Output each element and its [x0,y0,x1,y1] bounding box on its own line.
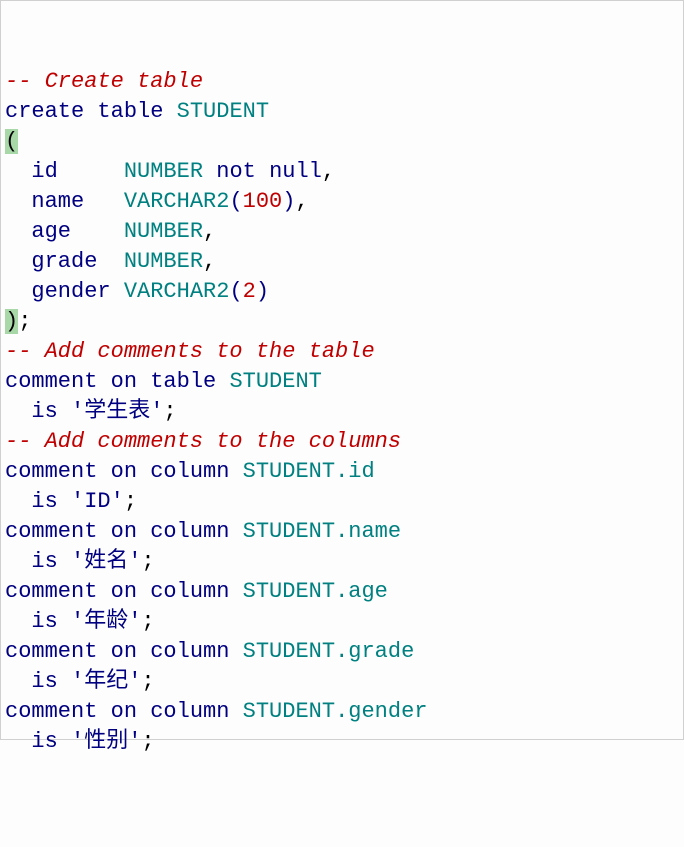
keyword-on: on [111,699,137,724]
string-literal: '年纪' [71,669,141,694]
keyword-null: null [269,159,322,184]
comma: , [203,249,216,274]
column-ref: STUDENT.age [243,579,388,604]
sql-comment: -- Create table [5,69,203,94]
keyword-column: column [150,579,229,604]
keyword-comment: comment [5,459,97,484]
sql-comment: -- Add comments to the columns [5,429,401,454]
close-paren-highlighted: ) [5,309,18,334]
keyword-comment: comment [5,699,97,724]
comma: , [322,159,335,184]
keyword-column: column [150,639,229,664]
keyword-on: on [111,639,137,664]
string-literal: '年龄' [71,609,141,634]
keyword-table: table [150,369,216,394]
column-ref: STUDENT.id [243,459,375,484]
keyword-is: is [31,489,57,514]
keyword-on: on [111,519,137,544]
keyword-comment: comment [5,639,97,664]
semicolon: ; [141,609,154,634]
open-paren: ( [229,189,242,214]
column-id: id [31,159,57,184]
keyword-comment: comment [5,369,97,394]
keyword-not: not [216,159,256,184]
type-number: NUMBER [124,159,203,184]
semicolon: ; [141,669,154,694]
keyword-is: is [31,549,57,574]
table-ref: STUDENT [229,369,321,394]
open-paren: ( [229,279,242,304]
keyword-is: is [31,609,57,634]
column-name: name [31,189,84,214]
column-ref: STUDENT.grade [243,639,415,664]
type-number: NUMBER [124,249,203,274]
semicolon: ; [141,549,154,574]
keyword-is: is [31,399,57,424]
keyword-is: is [31,729,57,754]
type-varchar2: VARCHAR2 [124,279,230,304]
string-literal: '性别' [71,729,141,754]
keyword-comment: comment [5,519,97,544]
table-name: STUDENT [177,99,269,124]
sql-comment: -- Add comments to the table [5,339,375,364]
semicolon: ; [18,309,31,334]
string-literal: '学生表' [71,399,163,424]
code-editor: -- Create table create table STUDENT ( i… [5,67,679,757]
keyword-on: on [111,459,137,484]
semicolon: ; [163,399,176,424]
close-paren: ) [256,279,269,304]
column-gender: gender [31,279,110,304]
type-number: NUMBER [124,219,203,244]
string-literal: '姓名' [71,549,141,574]
size-100: 100 [243,189,283,214]
string-literal: 'ID' [71,489,124,514]
type-varchar2: VARCHAR2 [124,189,230,214]
column-age: age [31,219,71,244]
keyword-on: on [111,369,137,394]
keyword-on: on [111,579,137,604]
open-paren-highlighted: ( [5,129,18,154]
comma: , [295,189,308,214]
column-ref: STUDENT.gender [243,699,428,724]
column-ref: STUDENT.name [243,519,401,544]
keyword-create: create [5,99,84,124]
keyword-table: table [97,99,163,124]
column-grade: grade [31,249,97,274]
keyword-is: is [31,669,57,694]
keyword-column: column [150,519,229,544]
size-2: 2 [243,279,256,304]
keyword-column: column [150,699,229,724]
close-paren: ) [282,189,295,214]
semicolon: ; [124,489,137,514]
keyword-comment: comment [5,579,97,604]
comma: , [203,219,216,244]
keyword-column: column [150,459,229,484]
semicolon: ; [141,729,154,754]
